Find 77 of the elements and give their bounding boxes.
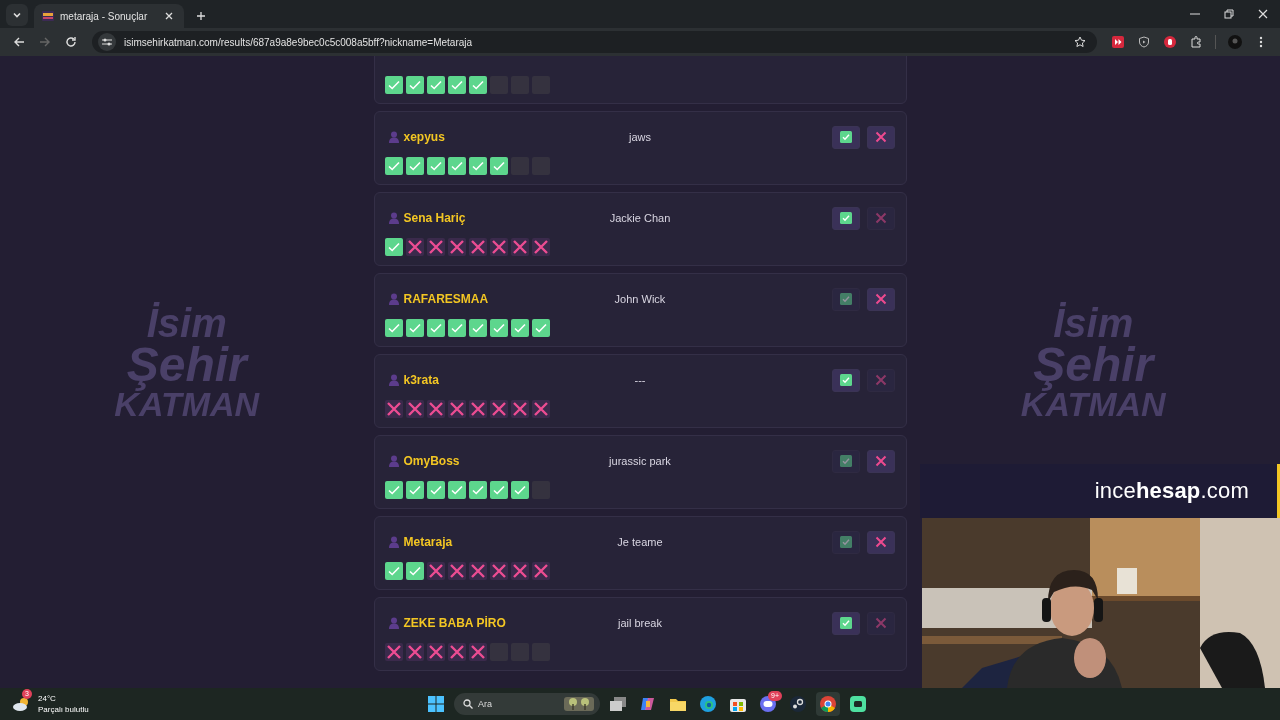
search-icon	[463, 699, 473, 709]
back-arrow-icon	[13, 36, 25, 48]
weather-condition: Parçalı bulutlu	[38, 704, 89, 715]
player-name: Sena Hariç	[403, 211, 466, 225]
player-name: Metaraja	[403, 535, 453, 549]
url-text: isimsehirkatman.com/results/687a9a8e9bec0c5c008a5bff?nickname=Metaraja	[124, 36, 474, 48]
answer-text: Jackie Chan	[608, 212, 672, 224]
minimize-icon	[1190, 13, 1200, 15]
checkbox-icon	[840, 536, 853, 548]
browser-icon	[700, 696, 716, 712]
tab-list-button[interactable]	[6, 4, 28, 26]
cross-icon	[875, 374, 888, 386]
cross-icon	[875, 131, 888, 143]
user-icon	[388, 374, 399, 386]
site-settings-button[interactable]	[98, 33, 116, 51]
star-icon	[1074, 36, 1086, 48]
checkbox-icon	[840, 293, 853, 305]
answer-text: John Wick	[613, 293, 667, 305]
player-name: ZEKE BABA PİRO	[403, 616, 506, 630]
windows-stack-icon	[610, 697, 626, 711]
folder-icon	[670, 697, 686, 711]
checkbox-icon	[840, 212, 853, 224]
user-icon	[388, 131, 399, 143]
cross-icon	[875, 536, 888, 548]
puzzle-icon	[1190, 36, 1202, 48]
cross-icon	[875, 455, 888, 467]
chat-bubble-icon	[850, 696, 866, 712]
player-name: xepyus	[403, 130, 445, 144]
reject-button[interactable]	[867, 287, 896, 311]
approve-button[interactable]	[832, 206, 861, 230]
close-icon	[1258, 9, 1268, 19]
reject-button[interactable]	[867, 125, 896, 149]
plus-icon	[196, 11, 206, 21]
cross-icon	[875, 617, 888, 629]
reject-button[interactable]	[867, 530, 896, 554]
sliders-icon	[102, 37, 112, 47]
reject-button[interactable]	[867, 449, 896, 473]
approve-button[interactable]	[832, 125, 861, 149]
cross-icon	[875, 212, 888, 224]
forward-arrow-icon	[39, 36, 51, 48]
answer-text: jail break	[616, 617, 663, 629]
user-icon	[388, 455, 399, 467]
approve-button[interactable]	[832, 611, 861, 635]
player-name: OmyBoss	[403, 454, 460, 468]
address-bar[interactable]: isimsehirkatman.com/results/687a9a8e9bec0c5c008a5bff?nickname=Metaraja	[92, 31, 1097, 53]
answer-text: Je teame	[616, 536, 664, 548]
answer-text: ---	[633, 374, 647, 386]
browser-tab[interactable]: metaraja - Sonuçlar	[34, 4, 184, 28]
user-icon	[388, 617, 399, 629]
user-icon	[388, 536, 399, 548]
answer-text: jaws	[627, 131, 652, 143]
cross-icon	[875, 293, 888, 305]
checkbox-icon	[840, 374, 853, 386]
chevron-down-icon	[12, 10, 22, 20]
reload-icon	[65, 36, 77, 48]
close-icon	[165, 12, 173, 20]
answer-text: jurassic park	[607, 455, 672, 467]
avatar-icon	[1228, 35, 1242, 49]
approve-button[interactable]	[832, 368, 861, 392]
site-favicon-icon	[42, 11, 54, 21]
checkbox-icon	[840, 131, 853, 143]
sponsor-text: incehesap.com	[1094, 478, 1249, 504]
menu-icon	[1259, 36, 1263, 48]
store-icon	[730, 696, 746, 712]
user-icon	[388, 293, 399, 305]
player-name: k3rata	[403, 373, 439, 387]
weather-temperature: 24°C	[38, 693, 57, 704]
user-icon	[388, 212, 399, 224]
trees-icon	[564, 697, 594, 711]
player-name: RAFARESMAA	[403, 292, 489, 306]
restore-icon	[1224, 9, 1234, 19]
shield-icon	[1138, 36, 1150, 48]
tab-title: metaraja - Sonuçlar	[60, 10, 149, 22]
chrome-button[interactable]	[816, 692, 840, 716]
checkbox-icon	[840, 617, 853, 629]
checkbox-icon	[840, 455, 853, 467]
fast-forward-icon	[1112, 36, 1124, 48]
